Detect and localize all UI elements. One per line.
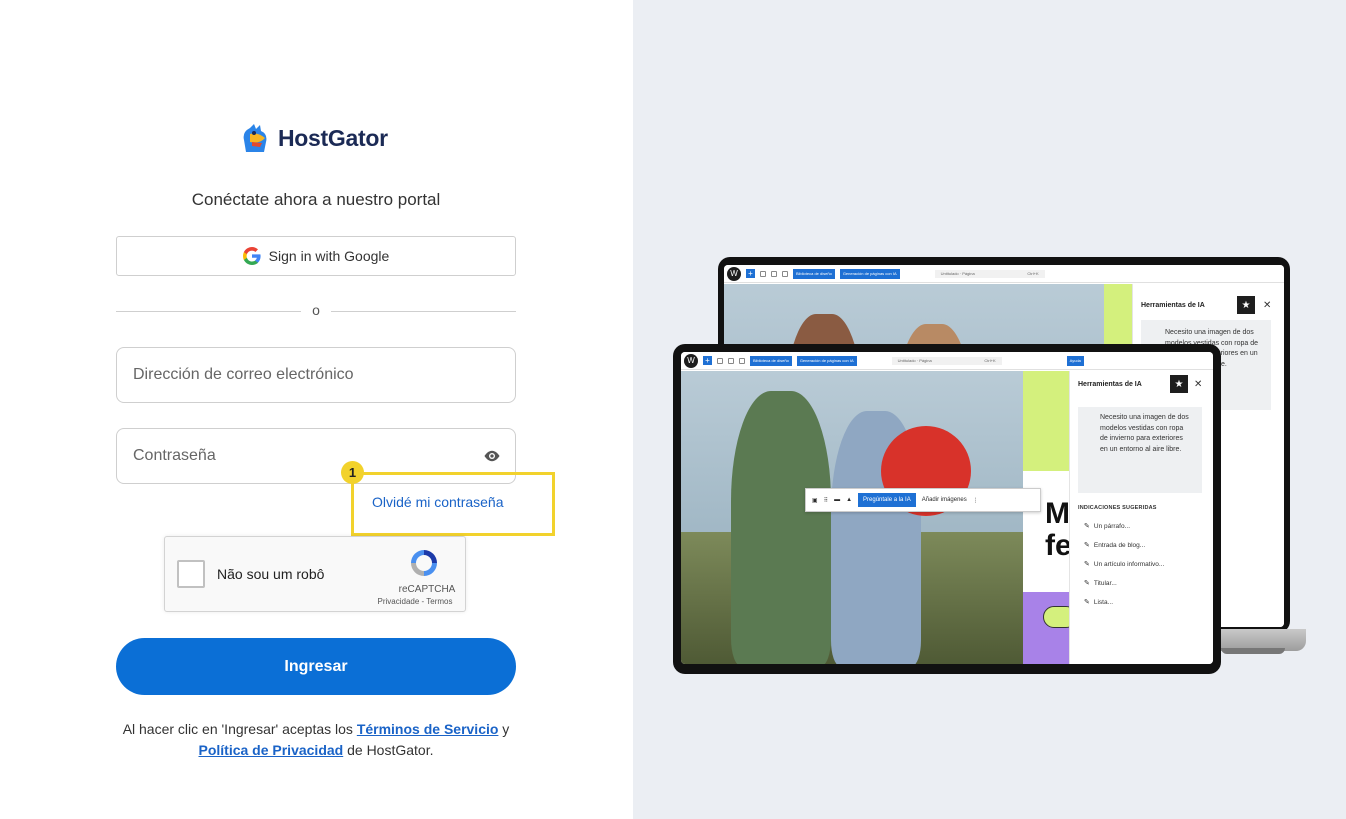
- page-generator-button: Generación de páginas con IA: [796, 355, 857, 366]
- ai-panel-title: Herramientas de IA: [1078, 381, 1142, 388]
- document-title-bar: Untitulado · Página Ctrl+K: [891, 356, 1002, 365]
- wordpress-logo-icon: W: [684, 353, 698, 368]
- redo-icon: [739, 357, 745, 364]
- pen-icon: ✎: [1084, 599, 1090, 606]
- or-divider: o: [116, 302, 516, 322]
- align-icon: ▬: [834, 497, 841, 503]
- show-password-eye-icon[interactable]: [483, 447, 501, 465]
- legal-text-before: Al hacer clic en 'Ingresar' aceptas los: [122, 721, 357, 737]
- block-type-icon: ▣: [812, 497, 818, 504]
- promo-panel: W + Biblioteca de diseño Generación de p…: [633, 0, 1346, 819]
- shortcut-hint: Ctrl+K: [1027, 271, 1039, 276]
- suggestion-label: Un párrafo...: [1093, 522, 1131, 530]
- suggestion-label: Entrada de blog...: [1093, 541, 1146, 549]
- add-block-icon: +: [746, 269, 755, 278]
- tablet-screen: W + Biblioteca de diseño Generación de p…: [681, 352, 1213, 664]
- brand-name: HostGator: [278, 124, 388, 151]
- recaptcha-links[interactable]: Privacidade - Termos: [365, 597, 465, 606]
- ai-panel-title: Herramientas de IA: [1141, 302, 1205, 309]
- more-options-icon: ⋮: [972, 497, 979, 504]
- hostgator-logo[interactable]: HostGator: [238, 122, 388, 154]
- design-library-button: Biblioteca de diseño: [750, 355, 792, 366]
- block-toolbar: ▣ ⠿ ▬ ▲ Pregúntale a la IA Añadir imágen…: [805, 488, 1041, 512]
- tool-icon: [717, 357, 723, 364]
- suggestion-item: ✎ Un artículo informativo...: [1084, 560, 1165, 569]
- recaptcha-widget: Não sou um robô reCAPTCHA Privacidade - …: [164, 536, 466, 612]
- design-library-button: Biblioteca de diseño: [793, 268, 835, 279]
- tablet-photo: [681, 371, 1023, 664]
- undo-icon: [771, 270, 777, 277]
- star-icon: ★: [1237, 296, 1255, 314]
- ai-prompt-box: Necesito una imagen de dos modelos vesti…: [1078, 407, 1202, 493]
- annotation-number-badge: 1: [341, 461, 364, 484]
- add-block-icon: +: [703, 356, 712, 365]
- recaptcha-checkbox[interactable]: [177, 560, 205, 588]
- gator-mascot-icon: [243, 124, 267, 152]
- add-images-button: Añadir imágenes: [921, 497, 967, 503]
- recaptcha-logo-icon: [411, 550, 437, 576]
- tablet-ai-panel: Herramientas de IA ★ ✕ Necesito una imag…: [1069, 371, 1213, 664]
- triangle-icon: ▲: [846, 497, 853, 503]
- sign-in-with-google-button[interactable]: Sign in with Google: [116, 236, 516, 276]
- star-icon: ★: [1170, 375, 1188, 393]
- legal-text-and: y: [498, 721, 510, 737]
- login-submit-button[interactable]: Ingresar: [116, 638, 516, 695]
- ai-prompt-text: Necesito una imagen de dos modelos vesti…: [1100, 414, 1189, 453]
- pen-icon: ✎: [1084, 580, 1090, 587]
- pen-icon: ✎: [1084, 561, 1090, 568]
- shortcut-hint: Ctrl+K: [984, 358, 996, 363]
- suggestion-item: ✎ Titular...: [1084, 579, 1117, 588]
- email-field[interactable]: [117, 348, 515, 402]
- legal-notice: Al hacer clic en 'Ingresar' aceptas los …: [116, 719, 516, 761]
- model-figure-left: [731, 391, 831, 664]
- help-button: Ayuda: [1066, 355, 1084, 366]
- email-field-wrapper: [116, 347, 516, 403]
- divider-line-right: [331, 311, 516, 312]
- tablet-editor-toolbar: W + Biblioteca de diseño Generación de p…: [681, 352, 1213, 370]
- ask-ai-button: Pregúntale a la IA: [858, 493, 916, 507]
- tablet-mockup: W + Biblioteca de diseño Generación de p…: [673, 344, 1221, 674]
- hero-text-m: M: [1045, 497, 1070, 530]
- forgot-password-link[interactable]: Olvidé mi contraseña: [372, 494, 504, 510]
- suggestion-label: Titular...: [1093, 579, 1117, 587]
- suggestion-item: ✎ Entrada de blog...: [1084, 541, 1146, 550]
- undo-icon: [728, 357, 734, 364]
- terms-of-service-link[interactable]: Términos de Servicio: [357, 721, 499, 737]
- accent-purple-panel: [1023, 592, 1069, 664]
- suggestion-label: Lista...: [1093, 598, 1114, 606]
- pen-icon: ✎: [1084, 542, 1090, 549]
- legal-text-after: de HostGator.: [343, 742, 434, 758]
- page-title: Conéctate ahora a nuestro portal: [191, 190, 441, 209]
- privacy-policy-link[interactable]: Política de Privacidad: [198, 742, 343, 758]
- recaptcha-label: Não sou um robô: [217, 566, 325, 582]
- wordpress-logo-icon: W: [727, 266, 741, 281]
- hero-text-fe: fe: [1045, 529, 1072, 562]
- suggestions-title: INDICACIONES SUGERIDAS: [1078, 505, 1157, 511]
- document-title: Untitulado · Página: [940, 271, 975, 276]
- close-icon: ✕: [1263, 300, 1272, 311]
- divider-text: o: [312, 302, 320, 318]
- suggestion-item: ✎ Lista...: [1084, 598, 1114, 607]
- google-icon: [242, 247, 261, 265]
- google-button-label: Sign in with Google: [268, 248, 390, 264]
- document-title: Untitulado · Página: [897, 358, 932, 363]
- redo-icon: [782, 270, 788, 277]
- laptop-stand: [1221, 648, 1285, 654]
- laptop-editor-toolbar: W + Biblioteca de diseño Generación de p…: [724, 265, 1284, 283]
- tool-icon: [760, 270, 766, 277]
- accent-green-panel: [1023, 371, 1069, 471]
- suggestion-label: Un artículo informativo...: [1093, 560, 1165, 568]
- close-icon: ✕: [1194, 379, 1203, 390]
- pen-icon: ✎: [1084, 523, 1090, 530]
- recaptcha-brand: reCAPTCHA: [398, 584, 456, 595]
- login-panel: HostGator Conéctate ahora a nuestro port…: [0, 0, 633, 819]
- suggestion-item: ✎ Un párrafo...: [1084, 522, 1131, 531]
- document-title-bar: Untitulado · Página Ctrl+K: [934, 269, 1045, 278]
- drag-handle-icon: ⠿: [823, 497, 829, 504]
- page-generator-button: Generación de páginas con IA: [839, 268, 900, 279]
